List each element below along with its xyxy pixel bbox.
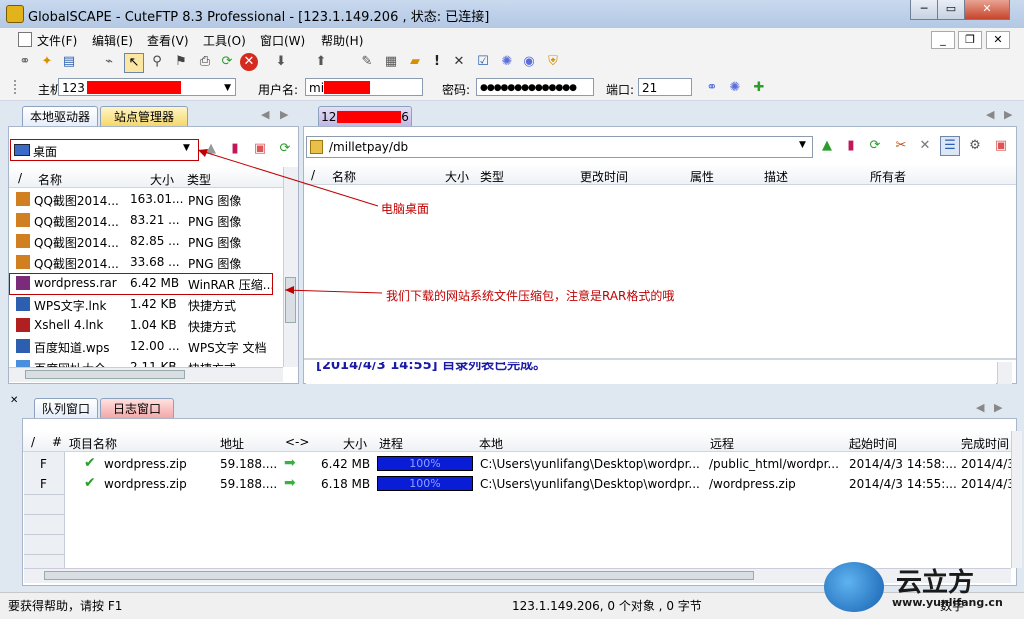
queue-finish: 2014/4/3 bbox=[961, 457, 1015, 471]
queue-row[interactable]: F ✔ wordpress.zip 59.188.... ➡ 6.18 MB 100% C:\… bbox=[24, 474, 1015, 493]
col-size[interactable]: 大小 bbox=[343, 435, 367, 452]
watermark-brand: 云立方 bbox=[896, 568, 975, 598]
queue-header: / # 项目名称 地址 <-> 大小 进程 本地 远程 起始时间 完成时间 bbox=[23, 431, 1011, 452]
col-sort[interactable]: / bbox=[31, 435, 35, 449]
queue-local: C:\Users\yunlifang\Desktop\wordpr... bbox=[480, 457, 700, 471]
col-progress[interactable]: 进程 bbox=[379, 435, 403, 452]
gutter-divider bbox=[24, 554, 64, 555]
tab-scroll-left-icon[interactable]: ◀ bbox=[976, 401, 984, 414]
col-address[interactable]: 地址 bbox=[220, 435, 244, 452]
tab-queue[interactable]: 队列窗口 bbox=[34, 398, 98, 418]
check-icon: ✔ bbox=[84, 475, 96, 491]
arrow-right-icon: ➡ bbox=[284, 455, 296, 471]
cloud-logo-icon bbox=[824, 562, 884, 612]
watermark-logo: 云立方 www.yunlifang.cn bbox=[822, 560, 1022, 618]
watermark-url: www.yunlifang.cn bbox=[892, 596, 1003, 609]
col-direction[interactable]: <-> bbox=[285, 435, 309, 449]
annotation-rar: 我们下载的网站系统文件压缩包，注意是RAR格式的哦 bbox=[386, 289, 675, 303]
status-help: 要获得帮助，请按 F1 bbox=[8, 599, 123, 613]
check-icon: ✔ bbox=[84, 455, 96, 471]
queue-address: 59.188.... bbox=[220, 477, 278, 491]
gutter-divider bbox=[24, 514, 64, 515]
tab-log[interactable]: 日志窗口 bbox=[100, 398, 174, 418]
annotation-line bbox=[197, 149, 379, 207]
queue-size: 6.42 MB bbox=[321, 457, 371, 471]
queue-flag: F bbox=[40, 457, 47, 471]
annotation-line bbox=[284, 289, 383, 294]
queue-item-name: wordpress.zip bbox=[104, 457, 187, 471]
col-item-name[interactable]: 项目名称 bbox=[69, 435, 117, 452]
queue-finish: 2014/4/3 bbox=[961, 477, 1015, 491]
queue-local: C:\Users\yunlifang\Desktop\wordpr... bbox=[480, 477, 700, 491]
queue-size: 6.18 MB bbox=[321, 477, 371, 491]
arrow-right-icon: ➡ bbox=[284, 475, 296, 491]
progress-bar: 100% bbox=[377, 476, 473, 491]
queue-scrollbar[interactable] bbox=[1011, 431, 1022, 568]
queue-remote: /public_html/wordpr... bbox=[709, 457, 839, 471]
queue-row[interactable]: F ✔ wordpress.zip 59.188.... ➡ 6.42 MB 100% C:\… bbox=[24, 454, 1015, 473]
gutter-divider bbox=[24, 534, 64, 535]
annotation-arrowhead bbox=[285, 286, 294, 294]
col-local[interactable]: 本地 bbox=[479, 435, 503, 452]
queue-start: 2014/4/3 14:55:... bbox=[849, 477, 957, 491]
gutter-divider bbox=[24, 494, 64, 495]
queue-flag: F bbox=[40, 477, 47, 491]
progress-bar: 100% bbox=[377, 456, 473, 471]
close-panel-icon[interactable]: ✕ bbox=[10, 395, 18, 406]
status-info: 123.1.149.206, 0 个对象 , 0 字节 bbox=[512, 599, 702, 613]
annotation-arrowhead bbox=[198, 149, 208, 157]
queue-remote: /wordpress.zip bbox=[709, 477, 796, 491]
col-index[interactable]: # bbox=[52, 435, 62, 449]
annotation-desktop: 电脑桌面 bbox=[381, 202, 430, 216]
queue-item-name: wordpress.zip bbox=[104, 477, 187, 491]
scroll-thumb[interactable] bbox=[44, 571, 754, 580]
col-start-time[interactable]: 起始时间 bbox=[849, 435, 897, 452]
col-remote[interactable]: 远程 bbox=[710, 435, 734, 452]
col-finish-time[interactable]: 完成时间 bbox=[961, 435, 1009, 452]
queue-address: 59.188.... bbox=[220, 457, 278, 471]
tab-scroll-right-icon[interactable]: ▶ bbox=[994, 401, 1002, 414]
queue-start: 2014/4/3 14:58:... bbox=[849, 457, 957, 471]
